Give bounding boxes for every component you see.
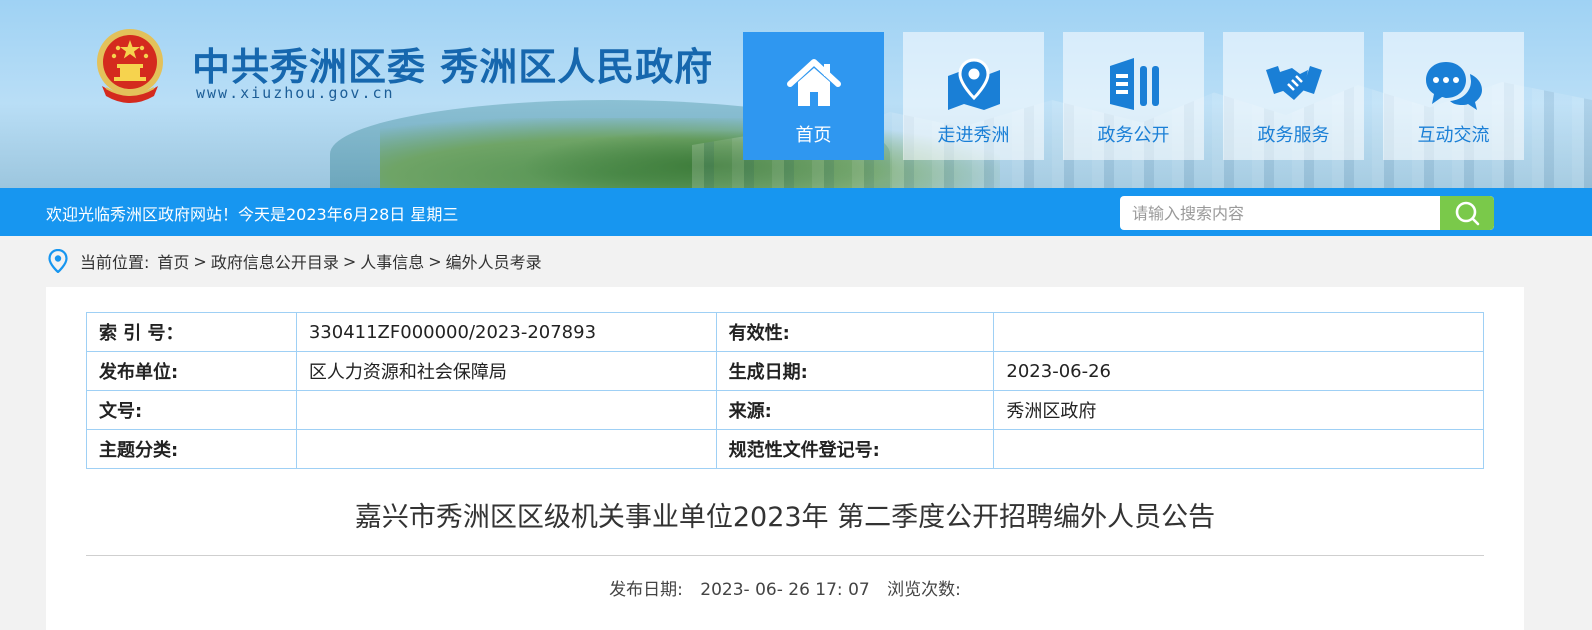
welcome-bar: 欢迎光临秀洲区政府网站！今天是2023年6月28日 星期三 (0, 188, 1592, 236)
breadcrumb-contract-staff-recruitment[interactable]: 编外人员考录 (446, 249, 542, 273)
breadcrumb: 当前位置: 首页 > 政府信息公开目录 > 人事信息 > 编外人员考录 (48, 248, 542, 274)
breadcrumb-home[interactable]: 首页 (157, 249, 189, 273)
table-row: 文号: 来源: 秀洲区政府 (86, 390, 1484, 430)
meta-value-topic-category (295, 429, 717, 469)
meta-key-topic-category: 主题分类: (86, 429, 297, 469)
content-card: 索 引 号： 330411ZF000000/2023-207893 有效性: 发… (46, 287, 1524, 630)
breadcrumb-personnel-info[interactable]: 人事信息 (360, 249, 424, 273)
map-pin-icon (947, 58, 1000, 110)
site-header: 中共秀洲区委 秀洲区人民政府 www.xiuzhou.gov.cn 首页 走进秀… (0, 0, 1592, 188)
document-meta-table: 索 引 号： 330411ZF000000/2023-207893 有效性: 发… (86, 312, 1484, 469)
title-divider (86, 555, 1484, 556)
meta-value-normative-doc-reg-no (993, 429, 1484, 469)
handshake-icon (1265, 66, 1322, 100)
nav-item-home[interactable]: 首页 (743, 32, 884, 160)
nav-item-label: 走进秀洲 (937, 125, 1010, 146)
search-icon (1455, 201, 1480, 226)
document-icon (1109, 58, 1159, 110)
publish-info: 发布日期: 2023- 06- 26 17: 07 浏览次数: (46, 575, 1524, 600)
meta-key-publisher: 发布单位: (86, 351, 297, 391)
site-url: www.xiuzhou.gov.cn (196, 84, 395, 102)
search-box (1120, 196, 1494, 230)
chat-icon (1425, 62, 1482, 110)
view-count-label: 浏览次数: (887, 580, 961, 600)
meta-value-doc-number (295, 390, 717, 430)
site-title: 中共秀洲区委 秀洲区人民政府 (192, 44, 714, 89)
meta-value-created-date: 2023-06-26 (993, 351, 1484, 391)
welcome-message: 欢迎光临秀洲区政府网站！今天是2023年6月28日 星期三 (46, 205, 459, 224)
home-icon (786, 59, 841, 106)
nav-item-interaction[interactable]: 互动交流 (1383, 32, 1524, 160)
breadcrumb-separator: > (428, 251, 442, 271)
meta-key-doc-number: 文号: (86, 390, 297, 430)
article-title: 嘉兴市秀洲区区级机关事业单位2023年 第二季度公开招聘编外人员公告 (354, 502, 1216, 533)
main-nav: 首页 走进秀洲 政务公开 政务服务 互动交流 (743, 32, 1524, 160)
table-row: 发布单位: 区人力资源和社会保障局 生成日期: 2023-06-26 (86, 351, 1484, 391)
meta-key-validity: 有效性: (715, 312, 995, 352)
search-button[interactable] (1440, 196, 1494, 230)
meta-key-created-date: 生成日期: (715, 351, 995, 391)
nav-item-gov-services[interactable]: 政务服务 (1223, 32, 1364, 160)
publish-date-label: 发布日期: (609, 580, 683, 600)
nav-item-label: 政务公开 (1097, 125, 1170, 146)
breadcrumb-separator: > (193, 251, 207, 271)
nav-item-about-xiuzhou[interactable]: 走进秀洲 (903, 32, 1044, 160)
table-row: 主题分类: 规范性文件登记号: (86, 429, 1484, 469)
meta-value-source: 秀洲区政府 (993, 390, 1484, 430)
meta-key-index-no: 索 引 号： (86, 312, 297, 352)
location-pin-icon (48, 249, 68, 273)
breadcrumb-prefix: 当前位置: (80, 253, 150, 272)
table-row: 索 引 号： 330411ZF000000/2023-207893 有效性: (86, 312, 1484, 352)
meta-value-validity (993, 312, 1484, 352)
nav-item-label: 互动交流 (1417, 125, 1490, 146)
breadcrumb-separator: > (342, 251, 357, 271)
search-input[interactable] (1120, 196, 1440, 230)
meta-key-normative-doc-reg-no: 规范性文件登记号: (715, 429, 995, 469)
nav-item-label: 首页 (795, 125, 832, 146)
breadcrumb-gov-info-catalog[interactable]: 政府信息公开目录 (211, 249, 339, 273)
nav-item-gov-affairs-open[interactable]: 政务公开 (1063, 32, 1204, 160)
meta-value-index-no: 330411ZF000000/2023-207893 (295, 312, 717, 352)
meta-key-source: 来源: (715, 390, 995, 430)
meta-value-publisher: 区人力资源和社会保障局 (295, 351, 717, 391)
publish-date: 2023- 06- 26 17: 07 (700, 580, 870, 600)
national-emblem-icon (97, 29, 163, 103)
nav-item-label: 政务服务 (1257, 125, 1330, 146)
